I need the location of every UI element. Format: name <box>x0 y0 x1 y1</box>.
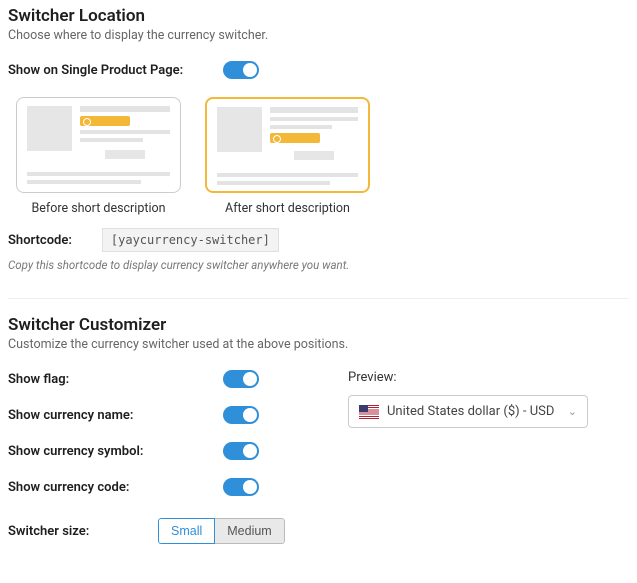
shortcode-value[interactable]: [yaycurrency-switcher] <box>102 228 279 252</box>
option-before-short-desc[interactable]: Before short description <box>16 97 181 216</box>
label-show-code: Show currency code: <box>8 480 223 495</box>
label-show-name: Show currency name: <box>8 408 223 423</box>
size-medium-button[interactable]: Medium <box>215 518 284 544</box>
label-switcher-size: Switcher size: <box>8 524 158 539</box>
toggle-show-currency-code[interactable] <box>223 478 259 496</box>
label-preview: Preview: <box>348 370 629 385</box>
toggle-show-on-single-product[interactable] <box>223 61 259 79</box>
label-show-symbol: Show currency symbol: <box>8 444 223 459</box>
toggle-show-currency-name[interactable] <box>223 406 259 424</box>
size-small-button[interactable]: Small <box>158 518 215 544</box>
label-show-flag: Show flag: <box>8 372 223 387</box>
section-desc-customizer: Customize the currency switcher used at … <box>8 337 629 352</box>
section-desc-location: Choose where to display the currency swi… <box>8 28 629 43</box>
divider <box>8 298 629 299</box>
section-title-customizer: Switcher Customizer <box>8 315 629 335</box>
option-before-label: Before short description <box>16 201 181 216</box>
toggle-show-flag[interactable] <box>223 370 259 388</box>
shortcode-help: Copy this shortcode to display currency … <box>8 258 629 272</box>
label-show-spp: Show on Single Product Page: <box>8 63 223 78</box>
us-flag-icon <box>359 405 379 419</box>
toggle-show-currency-symbol[interactable] <box>223 442 259 460</box>
chevron-down-icon: ⌄ <box>568 405 577 418</box>
preview-currency-dropdown[interactable]: United States dollar ($) - USD ⌄ <box>348 395 588 428</box>
section-title-location: Switcher Location <box>8 6 629 26</box>
switcher-size-segmented: Small Medium <box>158 518 285 544</box>
option-after-label: After short description <box>205 201 370 216</box>
option-after-short-desc[interactable]: After short description <box>205 97 370 216</box>
preview-currency-value: United States dollar ($) - USD <box>387 404 568 419</box>
label-shortcode: Shortcode: <box>8 233 72 248</box>
